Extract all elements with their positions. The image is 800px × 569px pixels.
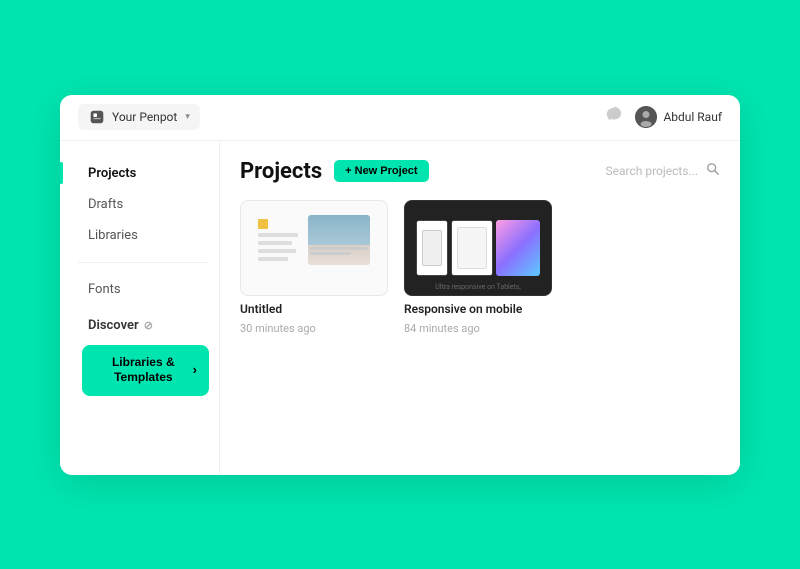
project-name: Untitled xyxy=(240,302,388,316)
sidebar: Projects Drafts Libraries Fonts Discover… xyxy=(60,141,220,475)
sidebar-divider xyxy=(78,262,209,263)
search-icon[interactable] xyxy=(706,162,720,180)
header-left: Your Penpot ▾ xyxy=(78,104,200,130)
content-header-left: Projects + New Project xyxy=(240,159,429,184)
chevron-down-icon: ▾ xyxy=(185,112,190,122)
project-name: Responsive on mobile xyxy=(404,302,552,316)
penpot-logo-icon xyxy=(88,108,106,126)
phone-frame-small xyxy=(416,220,448,276)
sidebar-item-drafts[interactable]: Drafts xyxy=(78,190,219,219)
sidebar-item-fonts[interactable]: Fonts xyxy=(78,275,219,304)
header: Your Penpot ▾ Abdul Rauf xyxy=(60,95,740,141)
app-container: Your Penpot ▾ Abdul Rauf xyxy=(60,95,740,475)
project-card-untitled[interactable]: Untitled 30 minutes ago xyxy=(240,200,388,335)
libraries-templates-button[interactable]: Libraries & Templates › xyxy=(82,345,209,396)
chat-icon[interactable] xyxy=(605,106,623,128)
sidebar-item-label: Fonts xyxy=(88,282,121,297)
sidebar-item-label: Libraries xyxy=(88,228,138,243)
header-right: Abdul Rauf xyxy=(605,106,722,128)
projects-grid: Untitled 30 minutes ago xyxy=(240,200,720,335)
avatar xyxy=(635,106,657,128)
sidebar-item-label: Projects xyxy=(88,166,136,181)
content-header-right: Search projects... xyxy=(606,162,721,180)
tablet-frame-medium xyxy=(451,220,493,276)
content-header: Projects + New Project Search projects..… xyxy=(240,159,720,184)
search-placeholder-text: Search projects... xyxy=(606,164,699,178)
project-caption: Ultra responsive on Tablets, xyxy=(405,283,551,291)
workspace-label: Your Penpot xyxy=(112,110,177,124)
sidebar-item-projects[interactable]: Projects xyxy=(78,159,219,188)
discover-info-icon: ⊘ xyxy=(144,319,153,332)
project-card-responsive[interactable]: Ultra responsive on Tablets, Responsive … xyxy=(404,200,552,335)
page-title: Projects xyxy=(240,159,322,184)
user-info[interactable]: Abdul Rauf xyxy=(635,106,722,128)
new-project-button[interactable]: + New Project xyxy=(334,160,428,182)
project-thumbnail-responsive: Ultra responsive on Tablets, xyxy=(404,200,552,296)
thumb-light-inner xyxy=(254,209,374,287)
sidebar-item-libraries[interactable]: Libraries xyxy=(78,221,219,250)
sidebar-item-label: Drafts xyxy=(88,197,123,212)
workspace-selector[interactable]: Your Penpot ▾ xyxy=(78,104,200,130)
content-area: Projects + New Project Search projects..… xyxy=(220,141,740,475)
project-time: 30 minutes ago xyxy=(240,322,388,335)
discover-label: Discover ⊘ xyxy=(78,314,219,337)
thumb-dark-inner xyxy=(416,212,540,284)
arrow-icon: › xyxy=(193,362,197,379)
gradient-frame-large xyxy=(496,220,540,276)
main-body: Projects Drafts Libraries Fonts Discover… xyxy=(60,141,740,475)
discover-section: Discover ⊘ Libraries & Templates › xyxy=(78,314,219,396)
project-time: 84 minutes ago xyxy=(404,322,552,335)
user-name: Abdul Rauf xyxy=(663,110,722,124)
project-thumbnail-untitled xyxy=(240,200,388,296)
